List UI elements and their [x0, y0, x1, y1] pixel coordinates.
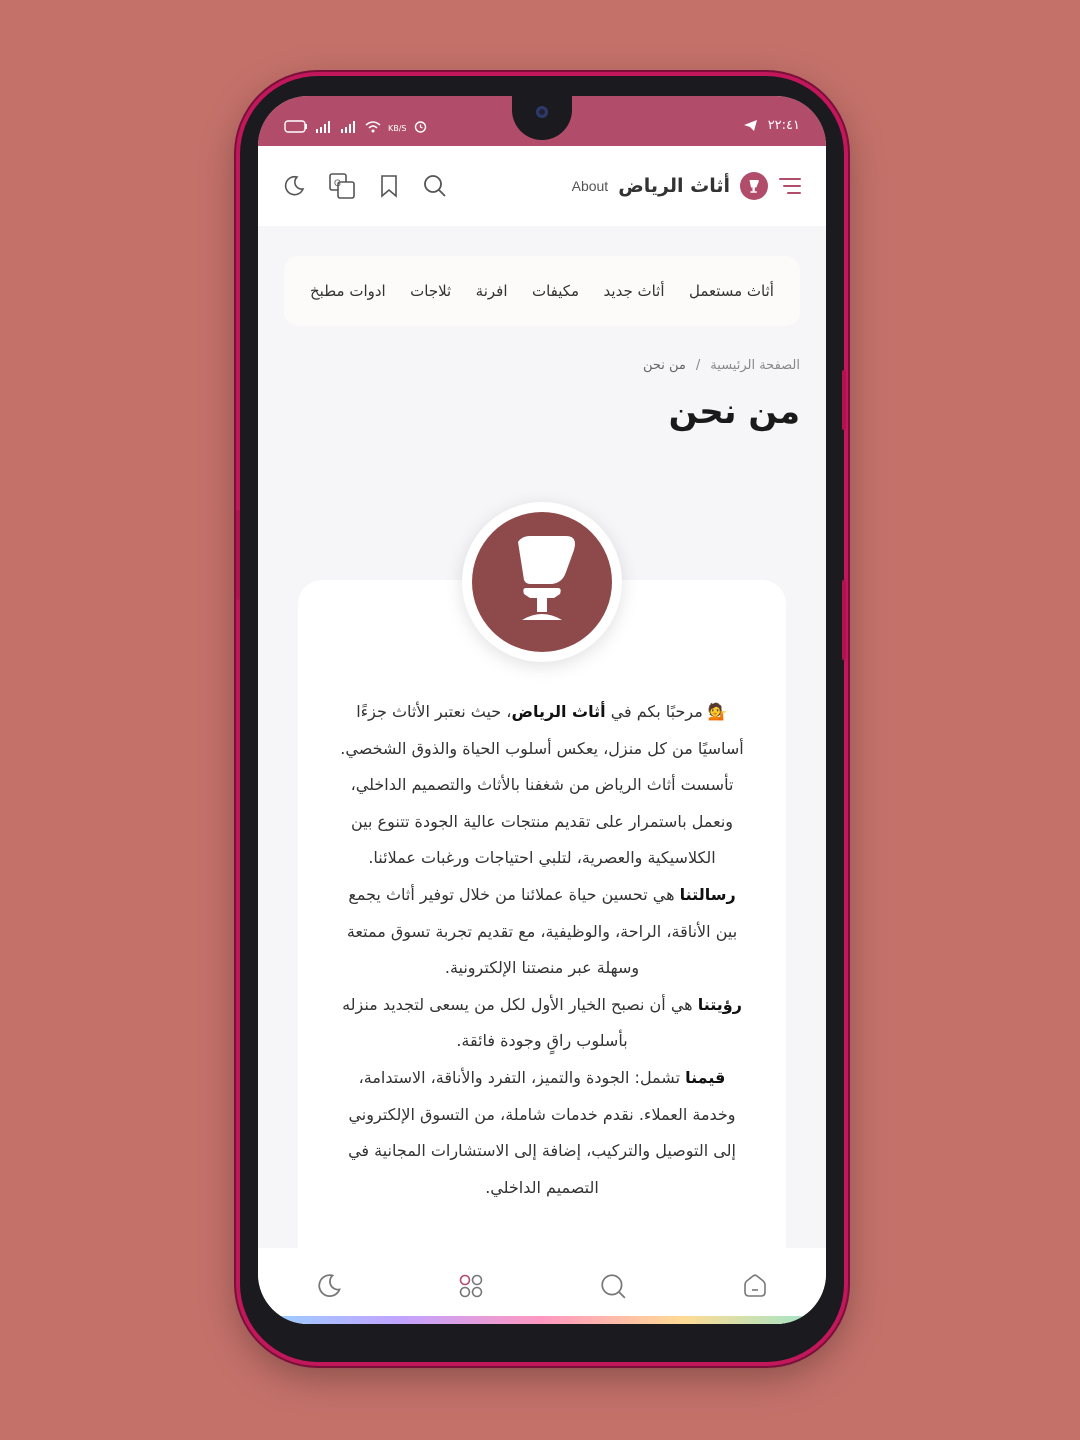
about-mission: رسالتنا هي تحسين حياة عملائنا من خلال تو… — [336, 877, 748, 987]
brand-logo — [462, 502, 622, 662]
side-button — [842, 580, 846, 660]
search-icon[interactable] — [599, 1272, 627, 1300]
clock: ٢٢:٤١ — [767, 118, 800, 133]
category-ovens[interactable]: افرنة — [476, 282, 508, 300]
page-title: من نحن — [668, 392, 800, 432]
chair-logo-icon — [472, 512, 612, 652]
header-actions: G — [282, 172, 448, 200]
vision-label: رؤيتنا — [697, 994, 742, 1014]
person-raising-hand-icon: 💁 — [707, 702, 728, 721]
front-camera — [536, 106, 548, 118]
status-right: ٢٢:٤١ — [743, 118, 800, 133]
brand-name[interactable]: أثاث الرياض — [618, 175, 730, 197]
moon-icon[interactable] — [282, 174, 306, 198]
gesture-bar-glow — [258, 1316, 826, 1324]
signal-icon — [340, 121, 358, 133]
mission-text: هي تحسين حياة عملائنا من خلال توفير أثاث… — [346, 884, 738, 978]
intro-brand: أثاث الرياض — [511, 702, 606, 721]
mission-label: رسالتنا — [679, 884, 736, 904]
category-air-conditioners[interactable]: مكيفات — [532, 282, 579, 300]
about-intro: 💁 مرحبًا بكم في أثاث الرياض، حيث نعتبر ا… — [336, 694, 748, 877]
app-header: G أثاث الرياض About — [258, 146, 826, 226]
values-label: قيمنا — [685, 1067, 726, 1087]
bottom-navigation — [258, 1248, 826, 1324]
power-button — [842, 370, 846, 430]
breadcrumb-current: من نحن — [643, 358, 686, 373]
svg-text:G: G — [334, 178, 341, 188]
search-icon[interactable] — [422, 173, 448, 199]
values-text: تشمل: الجودة والتميز، التفرد والأناقة، ا… — [348, 1067, 736, 1197]
breadcrumb-home[interactable]: الصفحة الرئيسية — [710, 358, 800, 373]
about-link[interactable]: About — [572, 178, 609, 194]
breadcrumb: الصفحة الرئيسية / من نحن — [643, 358, 800, 373]
vision-text: هي أن نصبح الخيار الأول لكل من يسعى لتجد… — [342, 994, 693, 1051]
brand-logo-icon[interactable] — [740, 172, 768, 200]
category-refrigerators[interactable]: ثلاجات — [410, 282, 451, 300]
home-icon[interactable] — [741, 1272, 769, 1300]
about-vision: رؤيتنا هي أن نصبح الخيار الأول لكل من يس… — [336, 987, 748, 1060]
alarm-icon — [414, 120, 427, 133]
moon-icon[interactable] — [315, 1272, 343, 1300]
volume-button — [236, 510, 240, 600]
camera-notch — [512, 96, 572, 140]
about-description: 💁 مرحبًا بكم في أثاث الرياض، حيث نعتبر ا… — [336, 694, 748, 1206]
wifi-icon — [365, 121, 381, 133]
status-bar: KB/S ٢٢:٤١ — [258, 96, 826, 146]
menu-icon[interactable] — [778, 176, 802, 196]
category-kitchen-tools[interactable]: ادوات مطبخ — [310, 282, 386, 300]
about-values: قيمنا تشمل: الجودة والتميز، التفرد والأن… — [336, 1060, 748, 1206]
breadcrumb-separator: / — [695, 358, 701, 373]
intro-text: ، حيث نعتبر الأثاث جزءًا أساسيًا من كل م… — [340, 702, 744, 868]
apps-grid-icon[interactable] — [457, 1272, 485, 1300]
telegram-icon — [743, 119, 758, 132]
category-bar: أثاث مستعمل أثاث جديد مكيفات افرنة ثلاجا… — [284, 256, 800, 326]
category-used-furniture[interactable]: أثاث مستعمل — [689, 282, 774, 300]
data-speed: KB/S — [388, 124, 407, 133]
translate-icon[interactable]: G — [328, 172, 356, 200]
battery-icon — [284, 120, 308, 133]
phone-screen: KB/S ٢٢:٤١ G أثاث الرياض About أثاث مستع… — [258, 96, 826, 1324]
status-left: KB/S — [284, 120, 427, 133]
bookmark-icon[interactable] — [378, 174, 400, 198]
category-new-furniture[interactable]: أثاث جديد — [604, 282, 665, 300]
brand: أثاث الرياض About — [572, 172, 802, 200]
intro-prefix: مرحبًا بكم في — [610, 702, 703, 721]
signal-icon — [315, 121, 333, 133]
